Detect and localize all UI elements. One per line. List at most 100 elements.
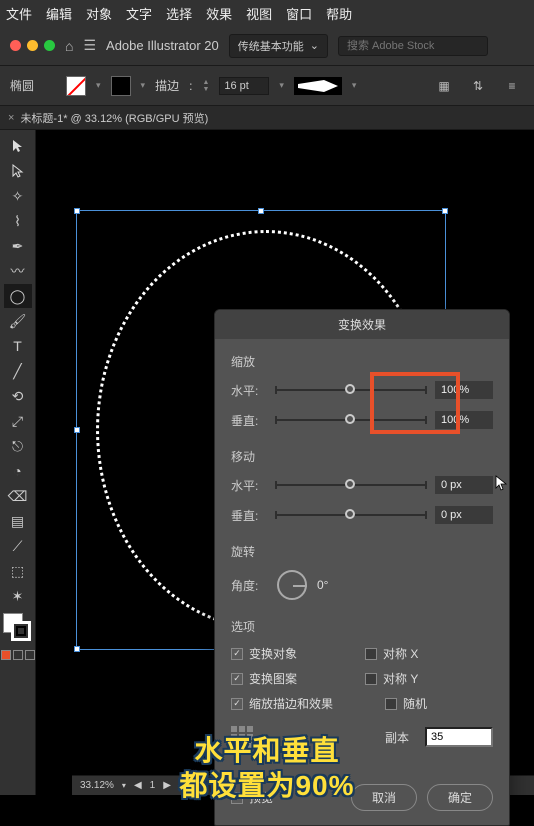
rotate-label: 旋转	[231, 543, 493, 560]
magic-wand-tool[interactable]: ✧	[4, 184, 32, 208]
shape-builder-tool[interactable]: ◔	[4, 459, 32, 483]
opt-label: 缩放描边和效果	[249, 695, 333, 712]
move-v-value[interactable]: 0 px	[435, 506, 493, 524]
scale-h-value[interactable]: 100%	[435, 381, 493, 399]
scale-h-slider[interactable]	[275, 389, 427, 391]
minimize-window[interactable]	[27, 40, 38, 51]
scale-h-label: 水平:	[231, 382, 267, 399]
artboard-prev[interactable]: ◀	[134, 780, 142, 791]
direct-selection-tool[interactable]	[4, 159, 32, 183]
pen-tool[interactable]: ✒	[4, 234, 32, 258]
control-bar: 椭圆 ▾ ▾ 描边: ▲▼ ▾ ▾ ▦ ⇅ ≡	[0, 66, 534, 106]
artboard-number[interactable]: 1	[150, 780, 156, 791]
ok-button[interactable]: 确定	[427, 784, 493, 811]
menu-select[interactable]: 选择	[166, 4, 192, 23]
scale-v-value[interactable]: 100%	[435, 411, 493, 429]
eraser-tool[interactable]: ⌫	[4, 484, 32, 508]
opt-reflect-y[interactable]: 对称 Y	[365, 670, 475, 687]
stroke-weight-input[interactable]	[219, 77, 269, 95]
fill-stroke-swatch[interactable]	[3, 613, 33, 643]
rotate-tool[interactable]: ⟲	[4, 384, 32, 408]
transform-effect-dialog: 变换效果 缩放 水平: 100% 垂直: 100% 移动	[214, 309, 510, 826]
menu-text[interactable]: 文字	[126, 4, 152, 23]
type-tool[interactable]: T	[4, 334, 32, 358]
preview-checkbox[interactable]: 预览	[231, 789, 273, 806]
fill-swatch[interactable]	[66, 76, 86, 96]
move-v-slider[interactable]	[275, 514, 427, 516]
chevron-down-icon: ⌄	[310, 39, 319, 52]
tab-close[interactable]: ×	[8, 112, 14, 124]
reference-point-grid[interactable]	[231, 726, 259, 748]
checkbox-icon	[231, 648, 243, 660]
menu-effect[interactable]: 效果	[206, 4, 232, 23]
lasso-tool[interactable]: ⌇	[4, 209, 32, 233]
stroke-swatch[interactable]	[111, 76, 131, 96]
maximize-window[interactable]	[44, 40, 55, 51]
scale-tool[interactable]: ⤢	[4, 409, 32, 433]
app-bar: ⌂ ☰ Adobe Illustrator 20 传统基本功能 ⌄	[0, 26, 534, 66]
scale-v-slider[interactable]	[275, 419, 427, 421]
more-icon[interactable]: ≡	[500, 74, 524, 98]
paintbrush-tool[interactable]: 🖌	[4, 309, 32, 333]
move-h-slider[interactable]	[275, 484, 427, 486]
angle-value[interactable]: 0°	[317, 578, 328, 592]
home-icon[interactable]: ⌂	[65, 38, 73, 54]
cancel-button[interactable]: 取消	[351, 784, 417, 811]
eyedropper-tool[interactable]: ⟋	[4, 534, 32, 558]
arrow-profile[interactable]	[294, 77, 342, 95]
zoom-level[interactable]: 33.12%	[80, 780, 114, 791]
opt-reflect-x[interactable]: 对称 X	[365, 645, 475, 662]
menu-view[interactable]: 视图	[246, 4, 272, 23]
menu-file[interactable]: 文件	[6, 4, 32, 23]
copies-label: 副本	[385, 729, 409, 746]
selection-tool[interactable]	[4, 134, 32, 158]
checkbox-icon	[365, 648, 377, 660]
opt-random[interactable]: 随机	[385, 695, 475, 712]
menu-window[interactable]: 窗口	[286, 4, 312, 23]
menu-help[interactable]: 帮助	[326, 4, 352, 23]
checkbox-icon	[231, 792, 243, 804]
symbol-sprayer-tool[interactable]: ✶	[4, 584, 32, 608]
resize-handle[interactable]	[74, 208, 80, 214]
width-tool[interactable]: ⎋	[4, 434, 32, 458]
artboard-next[interactable]: ▶	[163, 780, 171, 791]
opt-label: 对称 X	[383, 645, 418, 662]
curvature-tool[interactable]: 〰	[4, 259, 32, 283]
resize-handle[interactable]	[74, 646, 80, 652]
search-input[interactable]	[338, 36, 488, 56]
move-section: 移动 水平: 0 px 垂直: 0 px	[231, 448, 493, 525]
gradient-tool[interactable]: ▤	[4, 509, 32, 533]
scale-label: 缩放	[231, 353, 493, 370]
main-area: ✧ ⌇ ✒ 〰 ◯ 🖌 T ╱ ⟲ ⤢ ⎋ ◔ ⌫ ▤ ⟋ ⬚ ✶	[0, 130, 534, 795]
document-tab[interactable]: 未标题-1* @ 33.12% (RGB/GPU 预览)	[20, 110, 208, 126]
menu-icon[interactable]: ☰	[83, 37, 96, 54]
scale-section: 缩放 水平: 100% 垂直: 100%	[231, 353, 493, 430]
window-controls	[10, 40, 55, 51]
opt-label: 对称 Y	[383, 670, 418, 687]
resize-handle[interactable]	[258, 208, 264, 214]
blend-tool[interactable]: ⬚	[4, 559, 32, 583]
workspace-label: 传统基本功能	[238, 38, 304, 54]
resize-handle[interactable]	[74, 427, 80, 433]
opt-label: 随机	[403, 695, 427, 712]
menu-edit[interactable]: 编辑	[46, 4, 72, 23]
move-h-label: 水平:	[231, 477, 267, 494]
menu-bar: 文件 编辑 对象 文字 选择 效果 视图 窗口 帮助	[0, 0, 534, 26]
copies-input[interactable]	[425, 727, 493, 747]
close-window[interactable]	[10, 40, 21, 51]
angle-dial[interactable]	[277, 570, 307, 600]
ellipse-tool[interactable]: ◯	[4, 284, 32, 308]
resize-handle[interactable]	[442, 208, 448, 214]
color-mode-switch[interactable]	[1, 650, 35, 660]
move-h-value[interactable]: 0 px	[435, 476, 493, 494]
opt-scale-strokes[interactable]: 缩放描边和效果	[231, 695, 361, 712]
workspace-dropdown[interactable]: 传统基本功能 ⌄	[229, 34, 328, 58]
opt-transform-objects[interactable]: 变换对象	[231, 645, 341, 662]
stroke-color[interactable]	[11, 621, 31, 641]
menu-object[interactable]: 对象	[86, 4, 112, 23]
line-tool[interactable]: ╱	[4, 359, 32, 383]
scale-v-label: 垂直:	[231, 412, 267, 429]
opt-transform-patterns[interactable]: 变换图案	[231, 670, 341, 687]
arrange-icon[interactable]: ⇅	[466, 74, 490, 98]
align-icon[interactable]: ▦	[432, 74, 456, 98]
